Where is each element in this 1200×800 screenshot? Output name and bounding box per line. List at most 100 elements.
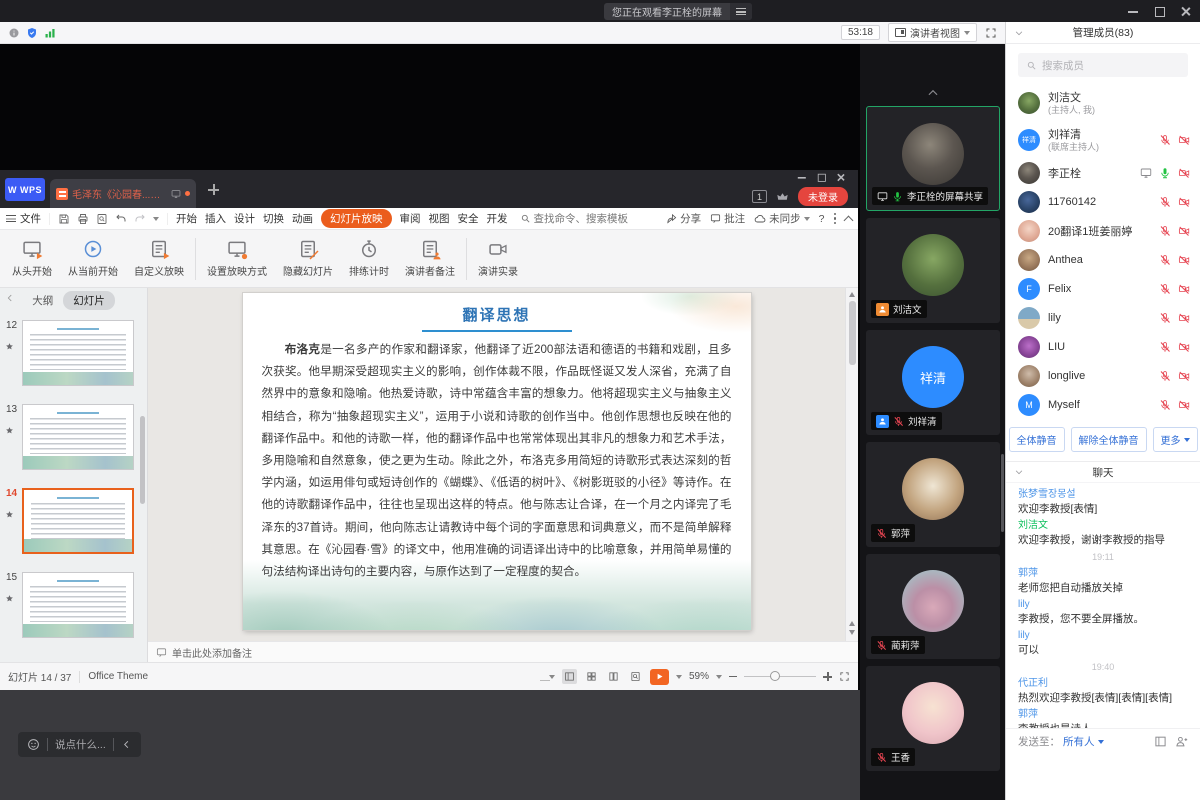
slide-sorter-button[interactable] [584,669,599,684]
mic-on-icon[interactable] [1159,167,1171,179]
tab-developer[interactable]: 开发 [487,211,508,226]
video-tile[interactable]: 刘洁文 [866,218,1000,323]
toolbar-more-icon[interactable] [153,217,159,221]
document-tab[interactable]: 毛泽东《沁园春...译者行为研究2 [50,179,196,208]
tab-transition[interactable]: 切换 [263,211,284,226]
mic-muted-icon[interactable] [1159,134,1171,146]
member-row[interactable]: F Felix [1018,274,1190,303]
mic-muted-icon[interactable] [1159,196,1171,208]
tab-view[interactable]: 视图 [429,211,450,226]
emoji-icon[interactable] [27,738,40,751]
member-row[interactable]: M Myself [1018,390,1190,419]
current-slide[interactable]: 翻译思想 布洛克是一名多产的作家和翻译家，他翻译了近200部法语和德语的书籍和戏… [243,293,751,630]
wps-minimize-button[interactable] [798,173,806,181]
video-tile[interactable]: 蔺莉萍 [866,554,1000,659]
info-icon[interactable] [8,27,20,39]
mic-muted-icon[interactable] [1159,254,1171,266]
previous-slide-icon[interactable] [849,621,855,626]
banner-menu-button[interactable] [730,3,752,20]
slide-thumbnail-13[interactable]: 13 [22,404,139,470]
view-mode-button[interactable]: 演讲者视图 [888,23,977,42]
video-tile[interactable]: 王香 [866,666,1000,771]
camera-off-icon[interactable] [1178,283,1190,295]
mic-muted-icon[interactable] [1159,225,1171,237]
camera-off-icon[interactable] [1178,370,1190,382]
help-button[interactable]: ? [819,213,825,225]
tab-design[interactable]: 设计 [234,211,255,226]
notes-toggle-icon[interactable] [538,675,542,679]
chat-message-list[interactable]: 张梦雪장몽설 欢迎李教授[表情] 刘洁文 欢迎李教授，谢谢李教授的指导 19:1… [1006,483,1200,728]
camera-off-icon[interactable] [1178,134,1190,146]
camera-off-icon[interactable] [1178,167,1190,179]
camera-off-icon[interactable] [1178,312,1190,324]
fit-slide-icon[interactable] [839,671,850,682]
tab-animation[interactable]: 动画 [292,211,313,226]
collapse-members-icon[interactable] [1014,28,1024,38]
setup-show-button[interactable]: 设置放映方式 [199,233,275,285]
crown-icon[interactable] [776,190,789,203]
fullscreen-icon[interactable] [985,27,997,39]
login-button[interactable]: 未登录 [798,187,848,206]
wps-maximize-button[interactable] [817,173,825,181]
mic-muted-icon[interactable] [1159,399,1171,411]
shield-icon[interactable] [26,27,38,39]
lecture-record-button[interactable]: 演讲实录 [470,233,526,285]
redo-icon[interactable] [134,213,146,225]
tab-slideshow-active[interactable]: 幻灯片放映 [321,209,392,228]
hide-slide-button[interactable]: 隐藏幻灯片 [275,233,341,285]
camera-off-icon[interactable] [1178,254,1190,266]
normal-view-button[interactable] [562,669,577,684]
tab-slides[interactable]: 幻灯片 [63,291,115,310]
camera-off-icon[interactable] [1178,196,1190,208]
send-to-selector[interactable]: 所有人 [1063,734,1104,749]
quick-chat-pill[interactable]: 说点什么... [18,732,141,757]
rehearse-timing-button[interactable]: 排练计时 [341,233,397,285]
play-from-current-button[interactable]: 从当前开始 [60,233,126,285]
watching-banner[interactable]: 您正在观看李正栓的屏幕 [604,3,752,20]
camera-off-icon[interactable] [1178,225,1190,237]
slide-thumbnail-12[interactable]: 12 [22,320,139,386]
member-row[interactable]: 祥清 刘祥清(联席主持人) [1018,121,1190,158]
zoom-level[interactable]: 59% [689,671,709,682]
collapse-ribbon-icon[interactable] [844,215,854,225]
tab-review[interactable]: 审阅 [400,211,421,226]
print-preview-icon[interactable] [96,213,108,225]
scroll-videos-up-icon[interactable] [926,86,940,100]
tab-outline[interactable]: 大纲 [32,293,53,308]
member-row[interactable]: LIU [1018,332,1190,361]
wps-close-button[interactable] [836,173,844,181]
undo-icon[interactable] [115,213,127,225]
zoom-out-button[interactable] [729,676,737,678]
presenter-view-button[interactable] [628,669,643,684]
maximize-button[interactable] [1154,6,1164,16]
mic-muted-icon[interactable] [1159,370,1171,382]
next-slide-icon[interactable] [849,630,855,635]
file-menu[interactable]: 文件 [6,211,41,226]
member-row[interactable]: Anthea [1018,245,1190,274]
quick-chat-placeholder[interactable]: 说点什么... [55,737,106,752]
screen-share-icon[interactable] [1140,167,1152,179]
more-menu-icon[interactable] [834,213,837,225]
play-from-start-button[interactable]: 从头开始 [4,233,60,285]
camera-off-icon[interactable] [1178,399,1190,411]
chat-window-icon[interactable] [1154,735,1167,748]
canvas-scrollbar[interactable] [845,288,858,641]
tab-security[interactable]: 安全 [458,211,479,226]
save-icon[interactable] [58,213,70,225]
member-row[interactable]: 11760142 [1018,187,1190,216]
mute-all-button[interactable]: 全体静音 [1009,427,1065,452]
collapse-left-icon[interactable] [121,739,132,750]
message-count-badge[interactable]: 1 [752,190,767,203]
scroll-up-icon[interactable] [849,292,855,297]
signal-icon[interactable] [44,27,56,39]
comment-button[interactable]: 批注 [710,211,745,226]
share-button[interactable]: 分享 [666,211,701,226]
video-tile-screen-share[interactable]: 李正栓的屏幕共享 [866,106,1000,211]
collapse-chat-icon[interactable] [1014,467,1024,477]
speaker-notes-button[interactable]: 演讲者备注 [397,233,463,285]
video-strip-scrollbar[interactable] [1001,454,1004,532]
member-row[interactable]: 20翻译1班姜丽婷 [1018,216,1190,245]
scrollbar-handle[interactable] [849,301,856,365]
print-icon[interactable] [77,213,89,225]
custom-show-button[interactable]: 自定义放映 [126,233,192,285]
